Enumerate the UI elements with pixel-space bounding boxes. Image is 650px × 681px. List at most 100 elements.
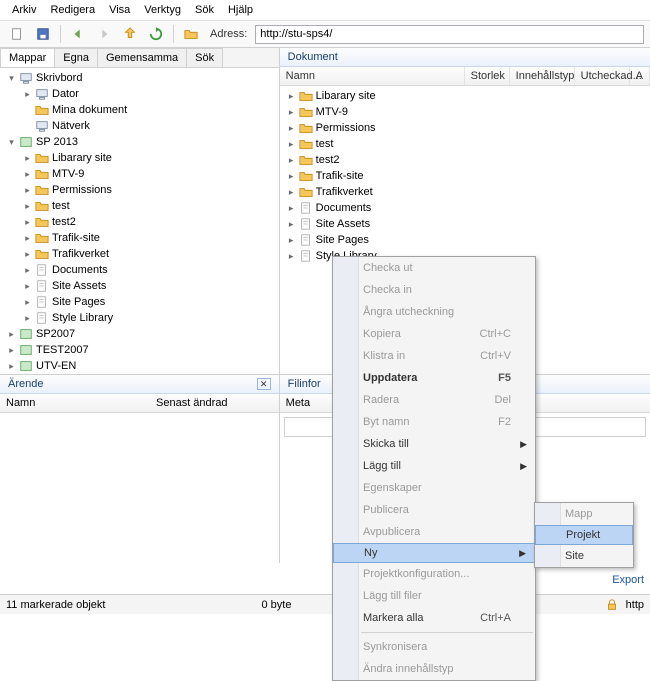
expander-icon[interactable]: ▸	[22, 89, 33, 100]
menu-arkiv[interactable]: Arkiv	[6, 2, 42, 18]
tab-mappar[interactable]: Mappar	[0, 48, 55, 67]
tree-item[interactable]: ▸SP2007	[0, 326, 279, 342]
expander-icon[interactable]: ▸	[286, 251, 297, 262]
menu-sok[interactable]: Sök	[189, 2, 220, 18]
tree-item[interactable]: ▸Site Pages	[0, 294, 279, 310]
list-item[interactable]: ▸Trafikverket	[280, 184, 650, 200]
menu-redigera[interactable]: Redigera	[44, 2, 101, 18]
col-namn[interactable]: Namn	[0, 394, 150, 412]
open-folder-icon[interactable]	[180, 24, 202, 44]
menu-visa[interactable]: Visa	[103, 2, 136, 18]
menu-hjalp[interactable]: Hjälp	[222, 2, 259, 18]
address-input[interactable]	[255, 25, 644, 44]
expander-icon[interactable]: ▸	[22, 281, 33, 292]
col-a[interactable]: A	[630, 67, 650, 85]
menu-shortcut: Ctrl+V	[480, 350, 511, 362]
expander-icon[interactable]: ▸	[286, 91, 297, 102]
expander-icon[interactable]: ▸	[22, 169, 33, 180]
tree-item[interactable]: ▸Documents	[0, 262, 279, 278]
arende-title: Ärende	[8, 378, 43, 390]
expander-icon[interactable]: ▸	[6, 329, 17, 340]
tree-item[interactable]: Mina dokument	[0, 102, 279, 118]
list-item[interactable]: ▸Site Assets	[280, 216, 650, 232]
tree-item[interactable]: ▸Trafik-site	[0, 230, 279, 246]
expander-icon[interactable]: ▸	[286, 171, 297, 182]
submenu-item[interactable]: Projekt	[535, 525, 633, 545]
tab-sok[interactable]: Sök	[186, 48, 223, 67]
expander-icon[interactable]: ▸	[22, 265, 33, 276]
forward-icon[interactable]	[93, 24, 115, 44]
expander-icon[interactable]: ▸	[6, 361, 17, 372]
tree-item[interactable]: ▸Libarary site	[0, 150, 279, 166]
list-item[interactable]: ▸Site Pages	[280, 232, 650, 248]
refresh-icon[interactable]	[145, 24, 167, 44]
tree-item[interactable]: ▸MTV-9	[0, 166, 279, 182]
expander-icon[interactable]: ▸	[286, 235, 297, 246]
menu-item[interactable]: UppdateraF5	[333, 367, 535, 389]
folder-tree[interactable]: ▾Skrivbord▸DatorMina dokumentNätverk▾SP …	[0, 68, 279, 374]
tab-egna[interactable]: Egna	[54, 48, 98, 67]
expander-icon[interactable]: ▸	[286, 219, 297, 230]
list-item[interactable]: ▸test	[280, 136, 650, 152]
expander-icon[interactable]	[22, 105, 33, 116]
tree-item[interactable]: ▸test2	[0, 214, 279, 230]
tree-item[interactable]: ▸Trafikverket	[0, 246, 279, 262]
list-item[interactable]: ▸Permissions	[280, 120, 650, 136]
list-item[interactable]: ▸Documents	[280, 200, 650, 216]
expander-icon[interactable]: ▸	[22, 201, 33, 212]
close-icon[interactable]: ✕	[257, 378, 271, 390]
expander-icon[interactable]: ▸	[22, 217, 33, 228]
col-innehall[interactable]: Innehållstyp	[510, 67, 575, 85]
list-item[interactable]: ▸MTV-9	[280, 104, 650, 120]
tree-item[interactable]: ▸TEST2007	[0, 342, 279, 358]
expander-icon[interactable]	[22, 121, 33, 132]
tree-item[interactable]: ▸Permissions	[0, 182, 279, 198]
expander-icon[interactable]: ▸	[22, 297, 33, 308]
expander-icon[interactable]: ▸	[286, 155, 297, 166]
col-senast[interactable]: Senast ändrad	[150, 394, 234, 412]
submenu-item[interactable]: Site	[535, 545, 633, 567]
list-item[interactable]: ▸Trafik-site	[280, 168, 650, 184]
tree-item[interactable]: ▾Skrivbord	[0, 70, 279, 86]
expander-icon[interactable]: ▸	[22, 153, 33, 164]
tree-item[interactable]: ▸UTV-EN	[0, 358, 279, 374]
expander-icon[interactable]: ▸	[286, 123, 297, 134]
tab-gemensamma[interactable]: Gemensamma	[97, 48, 187, 67]
tree-item[interactable]: ▸test	[0, 198, 279, 214]
export-link[interactable]: Export	[612, 574, 644, 586]
expander-icon[interactable]: ▾	[6, 137, 17, 148]
page-icon	[35, 279, 49, 293]
save-icon[interactable]	[32, 24, 54, 44]
expander-icon[interactable]: ▸	[286, 107, 297, 118]
back-icon[interactable]	[67, 24, 89, 44]
menu-item[interactable]: Markera allaCtrl+A	[333, 607, 535, 629]
col-namn[interactable]: Namn	[280, 67, 465, 85]
col-storlek[interactable]: Storlek	[465, 67, 510, 85]
expander-icon[interactable]: ▸	[22, 185, 33, 196]
folder-icon	[299, 137, 313, 151]
tree-item[interactable]: Nätverk	[0, 118, 279, 134]
col-utcheckad[interactable]: Utcheckad...	[575, 67, 630, 85]
expander-icon[interactable]: ▸	[6, 345, 17, 356]
menu-verktyg[interactable]: Verktyg	[138, 2, 187, 18]
expander-icon[interactable]: ▸	[22, 249, 33, 260]
new-icon[interactable]	[6, 24, 28, 44]
menu-item[interactable]: Skicka till▶	[333, 433, 535, 455]
tree-item[interactable]: ▸Site Assets	[0, 278, 279, 294]
expander-icon[interactable]: ▸	[286, 203, 297, 214]
menu-item[interactable]: Ny▶	[333, 543, 535, 563]
tree-item[interactable]: ▸Style Library	[0, 310, 279, 326]
expander-icon[interactable]: ▸	[286, 139, 297, 150]
list-item[interactable]: ▸test2	[280, 152, 650, 168]
menu-item[interactable]: Lägg till▶	[333, 455, 535, 477]
tree-item[interactable]: ▸Dator	[0, 86, 279, 102]
up-icon[interactable]	[119, 24, 141, 44]
expander-icon[interactable]: ▸	[286, 187, 297, 198]
expander-icon[interactable]: ▸	[22, 313, 33, 324]
expander-icon[interactable]: ▸	[22, 233, 33, 244]
list-item[interactable]: ▸Libarary site	[280, 88, 650, 104]
tree-item[interactable]: ▾SP 2013	[0, 134, 279, 150]
green-icon	[19, 327, 33, 341]
separator	[173, 25, 174, 43]
expander-icon[interactable]: ▾	[6, 73, 17, 84]
